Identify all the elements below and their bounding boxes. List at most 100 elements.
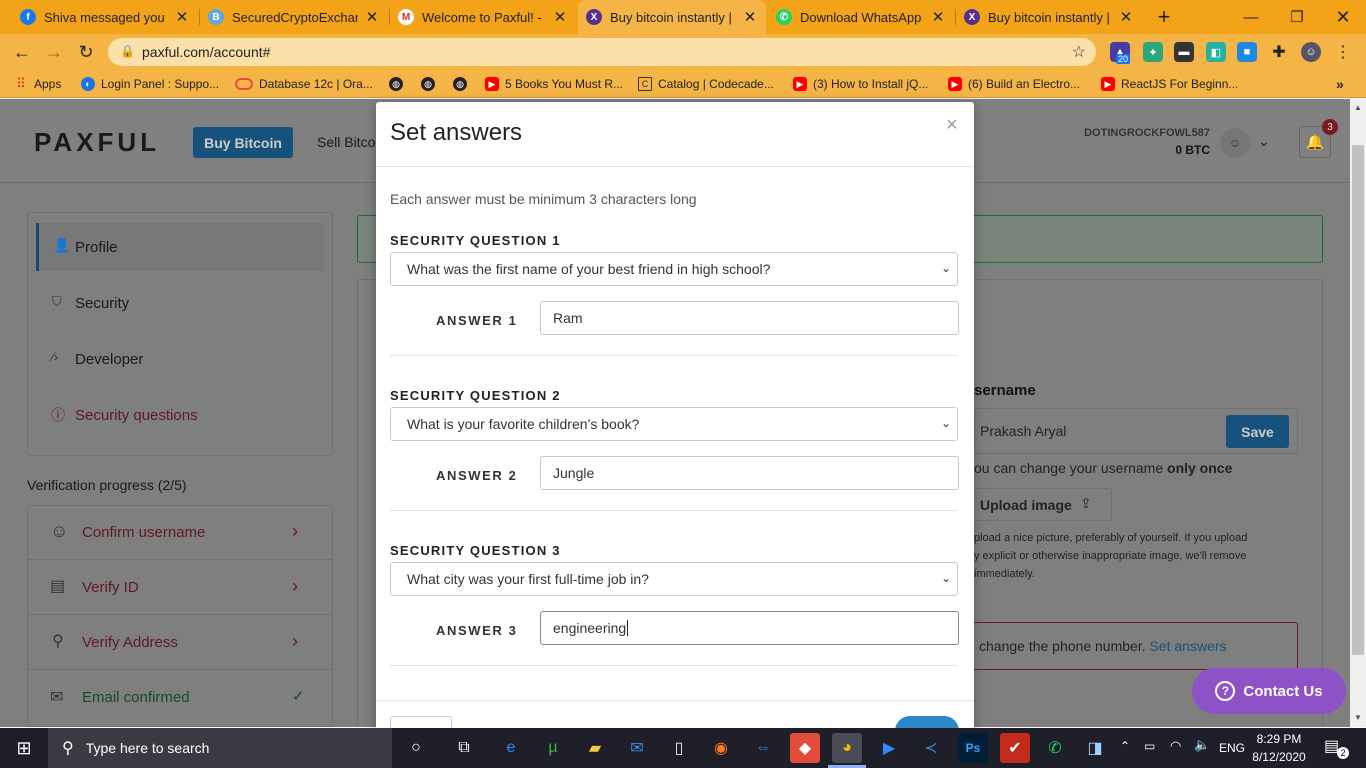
vscode-icon[interactable]: ≺ (916, 733, 946, 763)
bookmark-globe-2[interactable]: ◍ (421, 70, 441, 98)
volume-icon[interactable]: 🔈 (1194, 737, 1210, 753)
progress-item-verify-id[interactable]: ▤ Verify ID › (28, 561, 332, 615)
profile-avatar-icon[interactable]: ☺ (1301, 42, 1321, 62)
puzzle-icon[interactable]: ✚ (1269, 42, 1289, 62)
bookmark-5-books[interactable]: ▶ 5 Books You Must R... (485, 70, 623, 98)
progress-item-verify-address[interactable]: ⚲ Verify Address › (28, 616, 332, 670)
extension-icon[interactable]: ◧ (1206, 42, 1226, 62)
set-answers-link[interactable]: Set answers (1149, 638, 1226, 654)
star-icon[interactable]: ☆ (1072, 42, 1086, 62)
zoom-icon[interactable]: ▶ (874, 733, 904, 763)
tab-2[interactable]: B SecuredCryptoExchang ✕ (200, 0, 388, 34)
bookmark-jquery[interactable]: ▶ (3) How to Install jQ... (793, 70, 928, 98)
close-tab-icon[interactable]: ✕ (1118, 8, 1134, 26)
close-tab-icon[interactable]: ✕ (742, 8, 758, 26)
upload-image-button[interactable]: Upload image ⇪ (974, 488, 1112, 521)
tray-overflow-icon[interactable]: ⌃ (1120, 739, 1130, 753)
sidebar-item-label: Developer (75, 351, 144, 368)
address-bar[interactable]: 🔒 paxful.com/account# ☆ (108, 38, 1096, 66)
sidebar-item-profile[interactable]: 👤 Profile (36, 223, 324, 271)
mail-icon[interactable]: ✉ (622, 733, 652, 763)
chevron-down-icon[interactable]: ⌄ (1258, 133, 1270, 150)
battery-icon[interactable]: ▭ (1144, 739, 1155, 753)
question-3-select[interactable]: What city was your first full-time job i… (390, 562, 958, 596)
extension-icon[interactable]: ▬ (1174, 42, 1194, 62)
tab-1[interactable]: f Shiva messaged you ✕ (12, 0, 198, 34)
tab-6[interactable]: X Buy bitcoin instantly | P ✕ (956, 0, 1142, 34)
sell-bitcoin-link[interactable]: Sell Bitco (317, 134, 375, 150)
save-username-button[interactable]: Save (1226, 415, 1289, 448)
clock-time[interactable]: 8:29 PM (1244, 732, 1314, 746)
zoom-extension-icon[interactable]: ■ (1237, 42, 1257, 62)
whatsapp-taskbar-icon[interactable]: ✆ (1040, 733, 1070, 763)
chrome-icon[interactable]: ◕ (832, 733, 862, 763)
utorrent-icon[interactable]: µ (538, 733, 568, 763)
anydesk-icon[interactable]: ◆ (790, 733, 820, 763)
scroll-thumb[interactable] (1352, 145, 1364, 655)
tab-3[interactable]: M Welcome to Paxful! - ar ✕ (390, 0, 576, 34)
back-icon[interactable]: ← (9, 40, 35, 64)
photoshop-icon[interactable]: Ps (958, 733, 988, 763)
task-view-icon[interactable]: ⧉ (449, 733, 479, 763)
progress-item-confirm-username[interactable]: ☺ Confirm username › (28, 506, 332, 560)
bookmark-globe-3[interactable]: ◍ (453, 70, 473, 98)
close-tab-icon[interactable]: ✕ (552, 8, 568, 26)
answer-3-input[interactable]: engineering (540, 611, 959, 645)
tab-5[interactable]: ✆ Download WhatsApp ✕ (768, 0, 954, 34)
answer-2-input[interactable]: Jungle (540, 456, 959, 490)
close-icon[interactable]: × (946, 114, 958, 137)
antivirus-icon[interactable]: ✔ (1000, 733, 1030, 763)
question-3-label: SECURITY QUESTION 3 (390, 543, 561, 558)
tab-4-active[interactable]: X Buy bitcoin instantly | P ✕ (578, 0, 766, 34)
bookmark-apps[interactable]: ⠿ Apps (14, 70, 61, 98)
paxful-logo[interactable]: PAXFUL (34, 127, 160, 158)
windows-start-icon[interactable]: ⊞ (0, 728, 48, 768)
app-icon[interactable]: ◨ (1080, 733, 1110, 763)
close-window-icon[interactable]: ✕ (1320, 0, 1366, 34)
question-1-label: SECURITY QUESTION 1 (390, 233, 561, 248)
bookmark-login-panel[interactable]: ◐ Login Panel : Suppo... (81, 70, 219, 98)
globe-icon: ◍ (389, 77, 403, 91)
sidebar-item-developer[interactable]: ⁄› Developer (36, 335, 324, 383)
close-tab-icon[interactable]: ✕ (174, 8, 190, 26)
answer-1-input[interactable]: Ram (540, 301, 959, 335)
bookmark-reactjs[interactable]: ▶ ReactJS For Beginn... (1101, 70, 1238, 98)
bookmark-electron[interactable]: ▶ (6) Build an Electro... (948, 70, 1080, 98)
avatar[interactable]: ☺ (1220, 128, 1250, 158)
file-explorer-icon[interactable]: ▰ (580, 733, 610, 763)
question-2-select[interactable]: What is your favorite children’s book? ⌄ (390, 407, 958, 441)
question-1-select[interactable]: What was the first name of your best fri… (390, 252, 958, 286)
teamviewer-icon[interactable]: ⇔ (748, 733, 778, 763)
contact-us-button[interactable]: ? Contact Us (1192, 668, 1346, 714)
restore-icon[interactable]: ❐ (1274, 0, 1320, 34)
notepad-icon[interactable]: ▯ (664, 733, 694, 763)
menu-dots-icon[interactable]: ⋮ (1333, 42, 1353, 62)
phone-note: change the phone number. (979, 638, 1150, 654)
language-indicator[interactable]: ENG (1219, 741, 1245, 755)
bookmark-globe-1[interactable]: ◍ (389, 70, 409, 98)
sidebar-item-security[interactable]: ⛉ Security (36, 279, 324, 327)
firefox-icon[interactable]: ◉ (706, 733, 736, 763)
bookmark-codecademy[interactable]: C Catalog | Codecade... (638, 70, 774, 98)
clock-date[interactable]: 8/12/2020 (1244, 750, 1314, 764)
bookmark-database[interactable]: Database 12c | Ora... (235, 70, 373, 98)
bookmarks-overflow-icon[interactable]: » (1336, 70, 1344, 98)
reload-icon[interactable]: ↻ (73, 40, 99, 64)
close-tab-icon[interactable]: ✕ (930, 8, 946, 26)
upload-note-line: y explicit or otherwise inappropriate im… (974, 550, 1247, 562)
taskbar-search[interactable]: ⚲ Type here to search (48, 728, 392, 768)
scroll-down-icon[interactable]: ▼ (1354, 713, 1362, 722)
minimize-icon[interactable]: — (1228, 0, 1274, 34)
buy-bitcoin-button[interactable]: Buy Bitcoin (193, 127, 293, 158)
edge-icon[interactable]: e (496, 733, 526, 763)
tab-title: Buy bitcoin instantly | P (988, 9, 1112, 25)
forward-icon[interactable]: → (41, 40, 67, 64)
extension-icon[interactable]: ✦ (1143, 42, 1163, 62)
close-tab-icon[interactable]: ✕ (364, 8, 380, 26)
cortana-icon[interactable]: ○ (401, 733, 431, 763)
new-tab-icon[interactable]: + (1142, 0, 1186, 34)
wifi-icon[interactable]: ◠ (1170, 738, 1181, 754)
bookmark-label: (3) How to Install jQ... (813, 77, 929, 91)
scroll-up-icon[interactable]: ▲ (1354, 103, 1362, 112)
sidebar-item-security-questions[interactable]: ⓘ Security questions (36, 391, 324, 439)
